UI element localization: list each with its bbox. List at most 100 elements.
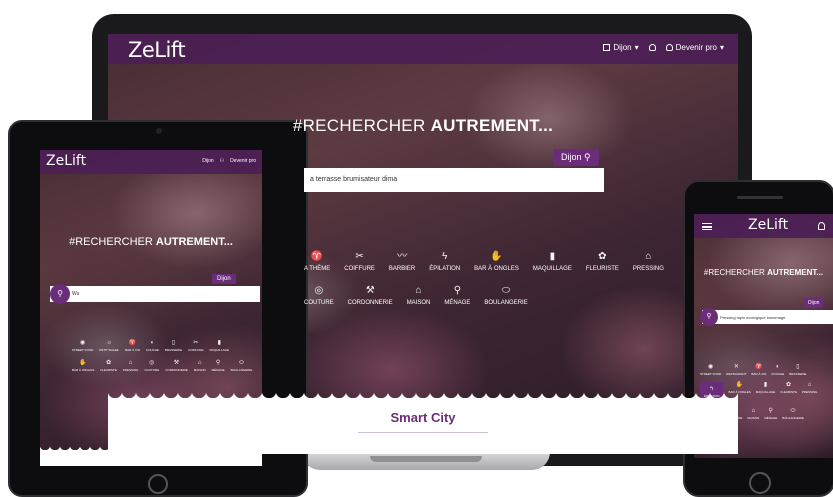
city-tag-label: Dijon <box>808 300 820 306</box>
category-item[interactable]: ⌂ MAISON <box>407 285 431 307</box>
category-item[interactable]: ♈ A THÈME <box>304 252 330 273</box>
category-item[interactable]: ▮ MAQUILLAGE <box>756 382 776 402</box>
search-input[interactable]: Pressing lapin écologique lomumage <box>702 310 833 324</box>
category-label: CORDONNERIE <box>165 368 188 372</box>
chevron-down-icon: ▾ <box>634 43 639 52</box>
category-label: MAISON <box>193 368 206 372</box>
hero-title-bold: AUTREMENT... <box>155 236 233 248</box>
brand-logo[interactable]: ZeLift <box>748 217 788 233</box>
category-item[interactable]: ▮ MAQUILLAGE <box>532 252 572 273</box>
category-item[interactable]: ♈ BAR À VIN <box>751 364 766 376</box>
hanger-icon: ⌂ <box>645 251 652 262</box>
category-item[interactable]: 〰 BARBIER <box>388 251 416 273</box>
become-pro-link[interactable]: Devenir pro ▾ <box>665 43 724 52</box>
category-item[interactable]: ⌂ PRESSING <box>633 251 664 273</box>
category-item[interactable]: ⬭ BOULANGERIE <box>484 286 528 307</box>
category-item[interactable]: ⚲ MÉNAGE <box>444 285 471 307</box>
category-item[interactable]: ⬭ BOULANGERIE <box>782 408 804 420</box>
category-item[interactable]: ▮ MAQUILLAGE <box>209 340 229 352</box>
category-item[interactable]: ✿ FLEURISTE <box>780 382 797 402</box>
become-pro-link[interactable]: Devenir pro <box>230 158 256 164</box>
category-item[interactable]: ▯ BRASSERIE <box>165 340 182 352</box>
category-item[interactable]: ✋ BAR À ONGLES <box>474 251 519 273</box>
section-title: Smart City <box>390 410 456 425</box>
category-item[interactable]: ϟ ÉPILATION <box>429 252 461 273</box>
category-item[interactable]: ✿ FLEURISTE <box>100 360 117 372</box>
category-item[interactable]: ⌂ MAISON <box>194 360 206 372</box>
brand-logo[interactable]: ZeLift <box>128 38 186 62</box>
hammer-icon: ⚒ <box>365 285 375 296</box>
house-icon: ⌂ <box>197 360 202 366</box>
brand-logo[interactable]: ZeLift <box>46 153 86 169</box>
nail-icon: ✋ <box>79 360 87 366</box>
hamburger-menu-icon[interactable] <box>702 223 712 230</box>
phone-home-button[interactable] <box>749 472 771 494</box>
scissors-icon: ✂ <box>193 340 199 346</box>
category-item[interactable]: ◐ COUCHE <box>771 364 784 376</box>
category-label: BOULANGERIE <box>782 416 804 420</box>
category-item[interactable]: ✕ RESTAURANT <box>726 364 746 376</box>
city-tag[interactable]: Dijon ⚲ <box>553 149 599 166</box>
category-item[interactable]: ⌂ MAISON <box>747 408 759 420</box>
hanger-icon: ⌂ <box>128 360 133 366</box>
category-item[interactable]: ☼ PETIT SOLEIL <box>99 340 119 352</box>
category-label: PRESSING <box>801 390 818 394</box>
category-item[interactable]: ◎ COUTURE <box>144 360 159 372</box>
nail-icon: ✋ <box>490 251 503 262</box>
category-label: BOULANGERIE <box>230 368 253 372</box>
category-item[interactable]: ⚲ MÉNAGE <box>212 360 225 372</box>
category-label: FLEURISTE <box>780 390 797 394</box>
category-item[interactable]: ⚲ MÉNAGE <box>764 408 777 420</box>
house-icon: ⌂ <box>415 285 422 296</box>
category-label: MAQUILLAGE <box>209 348 229 352</box>
category-item[interactable]: ⚒ CORDONNERIE <box>348 285 393 307</box>
category-item[interactable]: ◉ STREET FOOD <box>72 340 93 352</box>
scissors-icon: ✂ <box>355 251 364 262</box>
city-selector[interactable]: Dijon ▾ <box>603 43 639 52</box>
category-item[interactable]: ⌂ PRESSING <box>802 382 818 402</box>
category-label: COIFFURE <box>188 348 204 352</box>
wine-icon: ♈ <box>128 340 137 346</box>
category-item[interactable]: ⚒ CORDONNERIE <box>165 360 188 372</box>
category-item[interactable]: ⬭ BOULANGERIE <box>231 360 253 372</box>
user-icon[interactable]: ⚇ <box>220 158 224 164</box>
category-label: MAQUILLAGE <box>532 266 572 272</box>
device-mockup-stage: ZeLift Dijon ▾ Devenir pro ▾ #RECHERCHER… <box>0 0 833 497</box>
category-label: MÉNAGE <box>211 368 225 372</box>
search-icon[interactable]: ⚲ <box>700 308 718 326</box>
category-label: MÉNAGE <box>444 300 471 306</box>
category-item[interactable]: ⌂ PRESSING <box>123 360 139 372</box>
category-item[interactable]: ✂ COIFFURE <box>188 340 203 352</box>
city-tag-label: Dijon <box>217 276 231 282</box>
category-label: BOULANGERIE <box>484 300 528 306</box>
category-item[interactable]: ✋ BAR À ONGLES <box>72 360 94 372</box>
category-item[interactable]: ◉ STREET FOOD <box>700 364 721 376</box>
category-item[interactable]: ▯ BRASSERIE <box>789 364 806 376</box>
city-tag[interactable]: Dijon <box>804 298 824 308</box>
tablet-home-button[interactable] <box>148 474 168 494</box>
broom-icon: ⚲ <box>453 285 462 296</box>
category-label: FLEURISTE <box>585 266 619 272</box>
category-item[interactable]: ✿ FLEURISTE <box>585 252 619 273</box>
category-label: MAQUILLAGE <box>755 390 776 394</box>
search-input[interactable]: Wu <box>50 286 260 302</box>
city-tag[interactable]: Dijon <box>212 274 236 284</box>
food-icon: ◉ <box>80 340 86 346</box>
city-tag-label: Dijon <box>561 152 582 162</box>
category-label: PETIT SOLEIL <box>99 348 120 352</box>
category-label: BARBIER <box>388 266 416 272</box>
mustache-icon: 〰 <box>397 251 408 262</box>
category-label: COIFFURE <box>344 266 375 272</box>
category-label: STREET FOOD <box>72 348 94 352</box>
category-item[interactable]: ✂ COIFFURE <box>344 251 375 273</box>
user-icon[interactable] <box>818 222 825 230</box>
category-item[interactable]: ♈ BAR À VIN <box>125 340 140 352</box>
city-selector[interactable]: Dijon <box>202 158 213 164</box>
search-input[interactable]: a terrasse brumisateur dima <box>304 168 604 192</box>
category-item[interactable]: ◎ COUTURE <box>304 286 334 307</box>
category-label: ÉPILATION <box>429 266 461 272</box>
category-label: BRASSERIE <box>164 348 183 352</box>
category-item[interactable]: ◐ COUCHE <box>146 340 159 352</box>
account-button[interactable] <box>648 44 656 51</box>
search-icon[interactable]: ⚲ <box>50 284 70 304</box>
